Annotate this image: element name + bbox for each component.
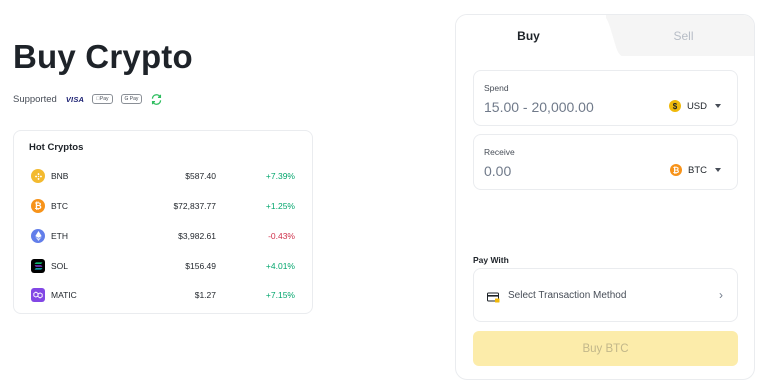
crypto-row-eth[interactable]: ETH $3,982.61 -0.43%: [14, 226, 312, 246]
tab-sell-label[interactable]: Sell: [611, 29, 754, 43]
visa-logo-icon: VISA: [65, 94, 85, 104]
spend-input[interactable]: 15.00 - 20,000.00: [484, 99, 594, 115]
crypto-symbol: BTC: [51, 201, 68, 211]
btc-icon: ₿: [31, 199, 45, 213]
card-icon: [487, 290, 500, 308]
pay-with-label: Pay With: [473, 255, 509, 265]
bnb-icon: [31, 169, 45, 183]
crypto-symbol: ETH: [51, 231, 68, 241]
receive-currency-select[interactable]: ₿ BTC: [670, 164, 721, 176]
apple-pay-logo-icon: Pay: [92, 94, 113, 104]
sol-icon: [31, 259, 45, 273]
transaction-method-select[interactable]: Select Transaction Method ›: [473, 268, 738, 322]
chevron-right-icon: ›: [719, 288, 723, 302]
crypto-symbol: SOL: [51, 261, 69, 271]
hot-cryptos-title: Hot Cryptos: [29, 142, 84, 153]
crypto-change: +7.15%: [265, 290, 295, 300]
crypto-row-sol[interactable]: SOL $156.49 +4.01%: [14, 256, 312, 276]
tab-buy-label[interactable]: Buy: [456, 29, 601, 43]
spend-currency-select[interactable]: $ USD: [668, 100, 721, 112]
hot-cryptos-card: Hot Cryptos BNB $587.40 +7.39% ₿ BTC $72…: [13, 130, 313, 314]
crypto-symbol: MATIC: [51, 290, 77, 300]
btc-icon: ₿: [670, 164, 682, 176]
google-pay-logo-icon: G Pay: [120, 94, 143, 104]
crypto-price: $3,982.61: [178, 231, 216, 241]
receive-field[interactable]: Receive 0.00 ₿ BTC: [473, 134, 738, 190]
crypto-change: +4.01%: [265, 261, 295, 271]
crypto-price: $72,837.77: [173, 201, 216, 211]
usd-icon: $: [668, 100, 681, 112]
crypto-price: $587.40: [185, 171, 216, 181]
matic-icon: [31, 288, 45, 302]
chevron-down-icon: [715, 104, 721, 108]
crypto-change: +1.25%: [265, 201, 295, 211]
crypto-price: $1.27: [194, 290, 216, 300]
crypto-row-btc[interactable]: ₿ BTC $72,837.77 +1.25%: [14, 196, 312, 216]
crypto-change: -0.43%: [268, 231, 295, 241]
crypto-row-bnb[interactable]: BNB $587.40 +7.39%: [14, 166, 312, 186]
refresh-icon[interactable]: [150, 93, 163, 106]
receive-input[interactable]: 0.00: [484, 163, 511, 179]
trade-panel: Buy Sell Spend 15.00 - 20,000.00 $ USD R…: [455, 14, 755, 380]
receive-label: Receive: [484, 147, 515, 157]
eth-icon: [31, 229, 45, 243]
crypto-price: $156.49: [185, 261, 216, 271]
supported-payments: Supported VISA Pay G Pay: [13, 92, 171, 106]
supported-label: Supported: [13, 93, 57, 105]
buy-submit-button[interactable]: Buy BTC: [473, 331, 738, 366]
crypto-symbol: BNB: [51, 171, 69, 181]
spend-label: Spend: [484, 83, 509, 93]
chevron-down-icon: [715, 168, 721, 172]
spend-field[interactable]: Spend 15.00 - 20,000.00 $ USD: [473, 70, 738, 126]
crypto-change: +7.39%: [265, 171, 295, 181]
page-title: Buy Crypto: [13, 38, 193, 75]
crypto-row-matic[interactable]: MATIC $1.27 +7.15%: [14, 285, 312, 305]
receive-currency-label: BTC: [688, 164, 707, 176]
spend-currency-label: USD: [686, 100, 707, 112]
transaction-method-label: Select Transaction Method: [508, 290, 627, 301]
